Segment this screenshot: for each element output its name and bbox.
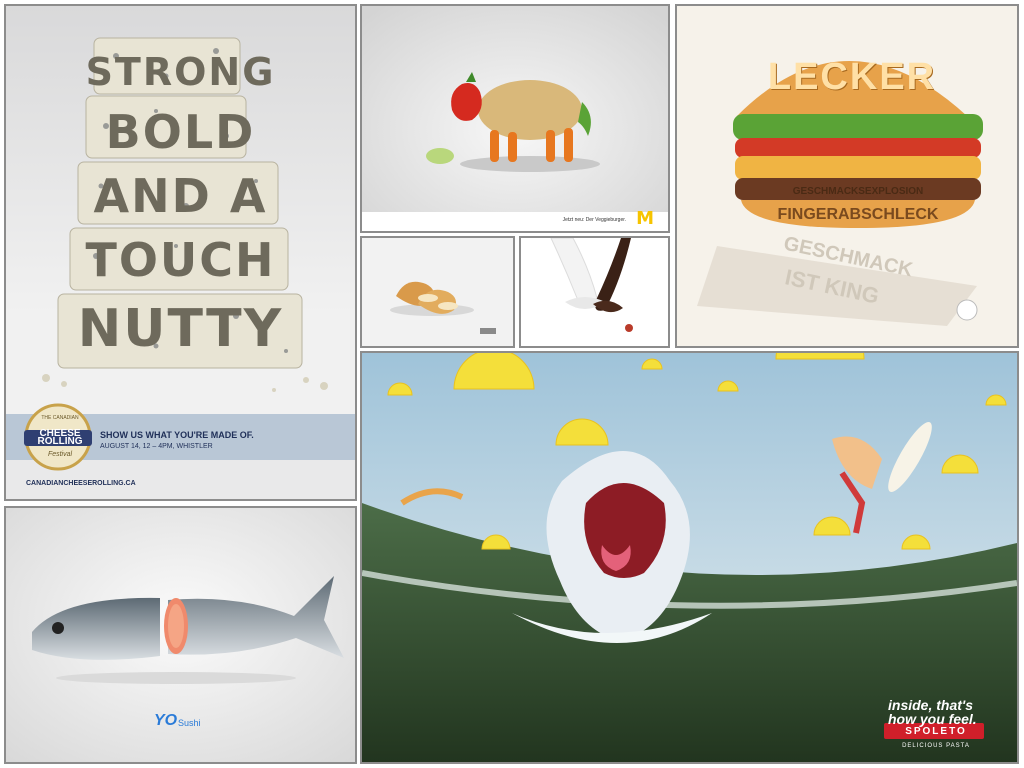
- spoleto-brand-sub: DELICIOUS PASTA: [902, 743, 970, 749]
- cheese-logo-main: ROLLING: [37, 436, 83, 447]
- veggieburger-ad-tile[interactable]: Jetzt neu: Der Veggieburger. M: [360, 4, 670, 233]
- cheese-headline: STRONG BOLD AND A TOUCH NUTTY: [6, 44, 355, 366]
- cheese-tagline: SHOW US WHAT YOU'RE MADE OF.: [100, 430, 254, 440]
- mcdonalds-logo: M: [636, 208, 654, 229]
- cheese-logo-small: THE CANADIAN: [41, 415, 79, 421]
- burger-typography-ad-tile[interactable]: LECKER GESCHMACKSEXPLOSION FINGERABSCHLE…: [675, 4, 1019, 348]
- headline-line: AND A: [93, 169, 268, 223]
- burger-word: FINGERABSCHLECK: [777, 206, 939, 223]
- spoleto-brand: SPOLETO: [905, 726, 967, 737]
- burger-word: GESCHMACKSEXPLOSION: [792, 186, 924, 197]
- milk-chocolate-ad-tile[interactable]: [519, 236, 670, 348]
- veggie-caption: Jetzt neu: Der Veggieburger.: [562, 217, 626, 223]
- headline-line: NUTTY: [77, 299, 284, 359]
- headline-line: TOUCH: [85, 233, 276, 287]
- cheese-logo: CHEESE ROLLING: [26, 429, 94, 447]
- burger-title: LECKER: [767, 56, 937, 98]
- milk-chocolate-splash-illustration: [521, 238, 668, 346]
- cheese-logo-sub: Festival: [47, 451, 73, 458]
- bread-slippers-ad-tile[interactable]: [360, 236, 515, 348]
- headline-line: BOLD: [105, 105, 256, 159]
- spoleto-tagline: how you feel.: [888, 711, 977, 727]
- cheese-date: AUGUST 14, 12 – 4PM, WHISTLER: [100, 443, 213, 450]
- yo-sushi-logo-suffix: Sushi: [178, 718, 201, 728]
- vegetable-cow-illustration: [362, 6, 668, 231]
- headline-line: STRONG: [85, 50, 276, 94]
- yo-sushi-logo: YO: [154, 712, 178, 729]
- yo-sushi-ad-tile[interactable]: YO Sushi: [4, 506, 357, 764]
- cheese-rolling-ad-tile[interactable]: STRONG BOLD AND A TOUCH NUTTY THE CANADI…: [4, 4, 357, 501]
- cheese-url: CANADIANCHEESEROLLING.CA: [26, 480, 136, 487]
- bread-slippers-illustration: [362, 238, 513, 346]
- spoleto-shark-ad-tile[interactable]: inside, that's how you feel. SPOLETO DEL…: [360, 351, 1019, 764]
